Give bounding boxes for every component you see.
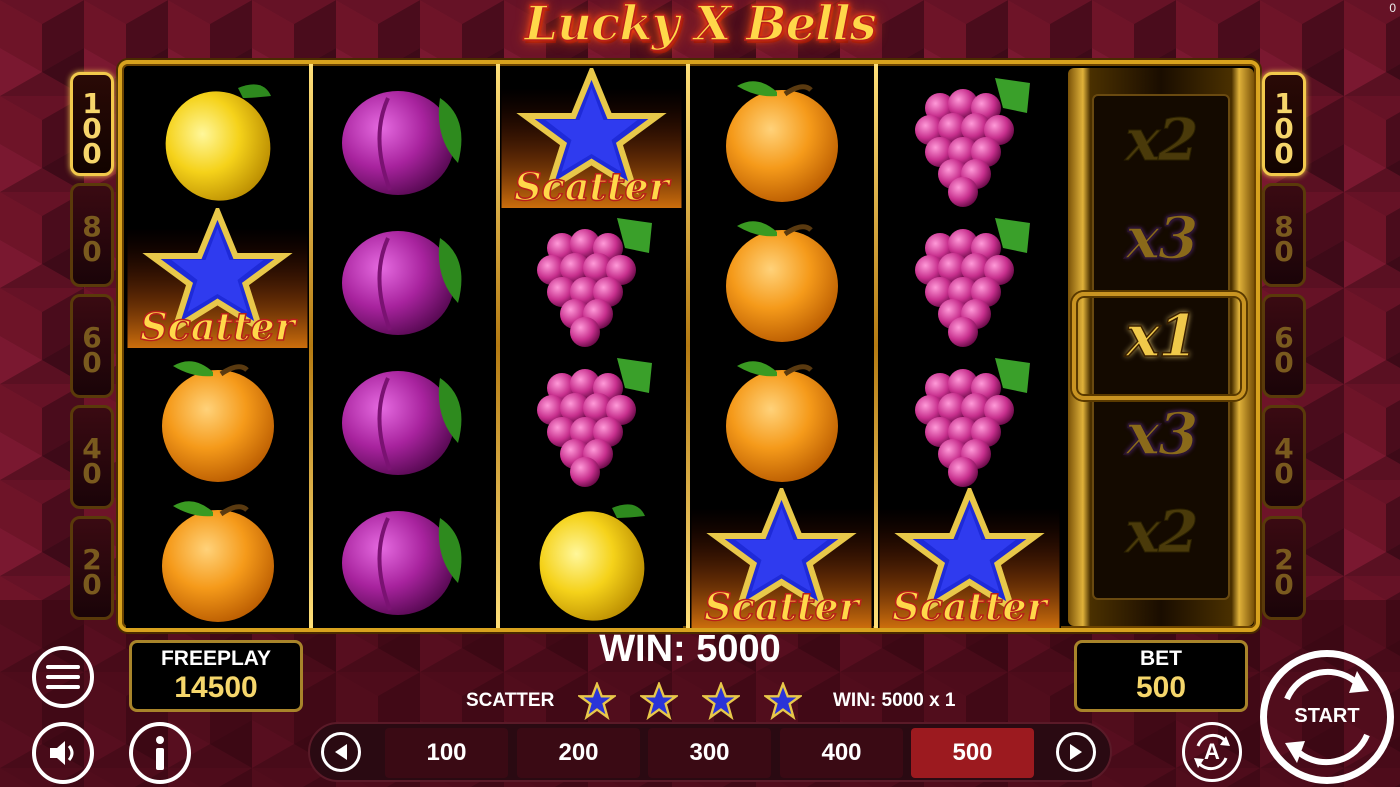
symbol-lemon bbox=[126, 68, 309, 208]
multiplier-highlight bbox=[1072, 292, 1246, 400]
symbol-grapes bbox=[878, 348, 1061, 488]
payline-20: 20 bbox=[70, 516, 114, 620]
freeplay-panel: FREEPLAY 14500 bbox=[129, 640, 303, 712]
payline-80: 80 bbox=[1262, 183, 1306, 287]
info-button[interactable] bbox=[129, 722, 191, 784]
scatter-text: Scatter bbox=[514, 164, 671, 208]
autoplay-button[interactable]: A bbox=[1182, 722, 1242, 782]
payline-100: 100 bbox=[70, 72, 114, 176]
bet-next-button[interactable] bbox=[1056, 732, 1096, 772]
symbol-plum bbox=[313, 68, 496, 208]
speaker-icon bbox=[50, 741, 74, 765]
payline-60: 60 bbox=[1262, 294, 1306, 398]
scatter-text: Scatter bbox=[140, 304, 297, 348]
bet-prev-button[interactable] bbox=[321, 732, 361, 772]
payline-40: 40 bbox=[1262, 405, 1306, 509]
symbol-plum bbox=[313, 208, 496, 348]
reel-divider bbox=[309, 64, 313, 628]
arrow-left-icon bbox=[335, 744, 347, 760]
bet-option-200[interactable]: 200 bbox=[517, 728, 640, 778]
freeplay-value: 14500 bbox=[174, 671, 258, 704]
reel-divider bbox=[874, 64, 878, 628]
game-title: Lucky X Bells bbox=[524, 0, 878, 53]
payline-40: 40 bbox=[70, 405, 114, 509]
symbol-scatter: Scatter bbox=[500, 68, 683, 208]
symbol-grapes bbox=[500, 208, 683, 348]
scatter-star-icon bbox=[764, 682, 803, 720]
scatter-text: Scatter bbox=[892, 584, 1049, 628]
symbol-orange bbox=[690, 68, 873, 208]
arrow-right-icon bbox=[1070, 744, 1082, 760]
multiplier-value: x3 bbox=[1125, 399, 1199, 469]
reel-2 bbox=[313, 68, 496, 628]
symbol-lemon bbox=[500, 488, 683, 628]
payline-100: 100 bbox=[1262, 72, 1306, 176]
symbol-orange bbox=[690, 208, 873, 348]
sound-button[interactable] bbox=[32, 722, 94, 784]
symbol-grapes bbox=[500, 348, 683, 488]
payline-20: 20 bbox=[1262, 516, 1306, 620]
freeplay-label: FREEPLAY bbox=[160, 647, 272, 670]
menu-button[interactable] bbox=[32, 646, 94, 708]
multiplier-value: x2 bbox=[1125, 498, 1199, 567]
scatter-star-icon bbox=[702, 682, 741, 720]
start-label: START bbox=[1294, 705, 1360, 727]
bet-value: 500 bbox=[1135, 671, 1187, 704]
autoplay-label: A bbox=[1204, 739, 1220, 764]
bet-option-400[interactable]: 400 bbox=[780, 728, 903, 778]
scatter-line-label: SCATTER bbox=[466, 690, 555, 711]
symbol-grapes bbox=[878, 68, 1061, 208]
reel-5: Scatter bbox=[878, 68, 1061, 628]
bet-option-100[interactable]: 100 bbox=[385, 728, 508, 778]
payline-60: 60 bbox=[70, 294, 114, 398]
info-icon bbox=[156, 736, 164, 770]
scatter-text: Scatter bbox=[704, 584, 861, 628]
multiplier-value: x2 bbox=[1125, 106, 1199, 175]
symbol-orange bbox=[126, 488, 309, 628]
reel-3: Scatter bbox=[500, 68, 683, 628]
bet-panel: BET 500 bbox=[1074, 640, 1248, 712]
start-button[interactable]: START bbox=[1260, 650, 1394, 784]
corner-counter: 0 bbox=[1389, 1, 1396, 15]
reel-4: Scatter bbox=[690, 68, 873, 628]
symbol-scatter: Scatter bbox=[690, 488, 873, 628]
bet-label: BET bbox=[1140, 647, 1182, 670]
bet-option-500[interactable]: 500 bbox=[911, 728, 1034, 778]
scatter-win-line: SCATTER bbox=[466, 682, 803, 720]
reel-divider bbox=[496, 64, 500, 628]
payline-80: 80 bbox=[70, 183, 114, 287]
hamburger-menu-icon bbox=[46, 665, 80, 689]
symbol-plum bbox=[313, 348, 496, 488]
reel-divider bbox=[686, 64, 690, 628]
symbol-scatter: Scatter bbox=[878, 488, 1061, 628]
symbol-grapes bbox=[878, 208, 1061, 348]
symbol-scatter: Scatter bbox=[126, 208, 309, 348]
multiplier-value: x3 bbox=[1125, 203, 1199, 273]
symbol-orange bbox=[690, 348, 873, 488]
scatter-win-amount: WIN: 5000 x 1 bbox=[833, 690, 956, 711]
scatter-star-icon bbox=[578, 682, 617, 720]
reel-1: Scatter bbox=[126, 68, 309, 628]
bet-option-300[interactable]: 300 bbox=[648, 728, 771, 778]
symbol-orange bbox=[126, 348, 309, 488]
scatter-star-icon bbox=[640, 682, 679, 720]
win-display: WIN: 5000 bbox=[599, 628, 781, 670]
symbol-plum bbox=[313, 488, 496, 628]
